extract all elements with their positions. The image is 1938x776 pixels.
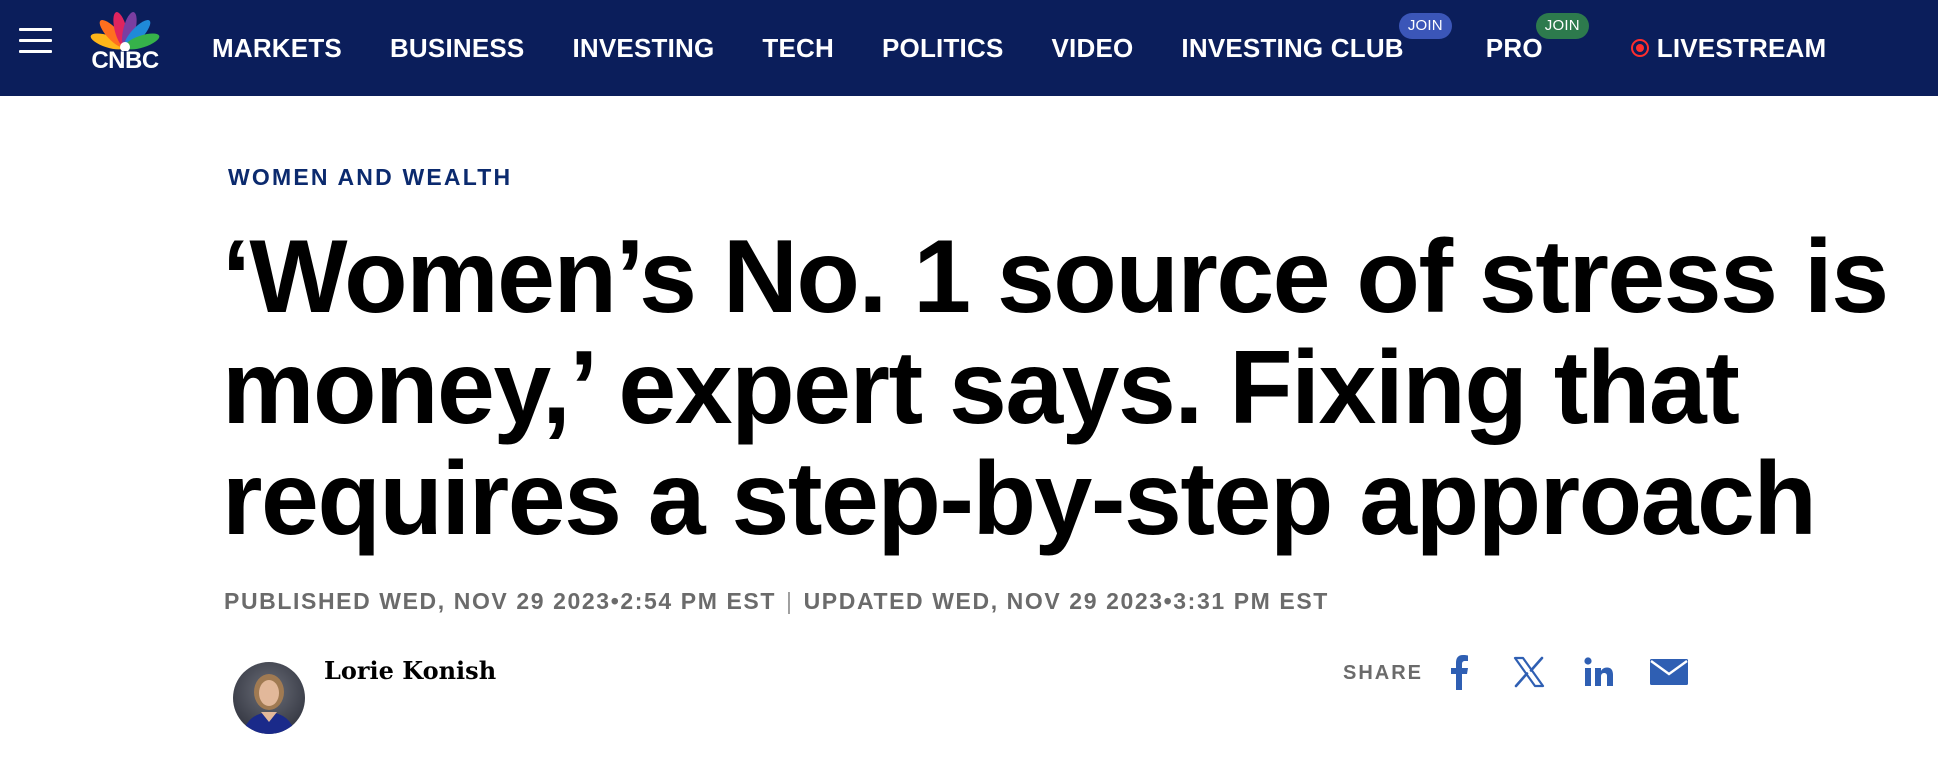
article-section-kicker[interactable]: WOMEN AND WEALTH (228, 164, 512, 191)
nav-livestream[interactable]: LIVESTREAM (1630, 32, 1827, 64)
author-avatar[interactable] (233, 662, 305, 734)
email-icon[interactable] (1648, 652, 1690, 692)
live-record-dot-icon (1630, 38, 1649, 57)
nav-politics[interactable]: POLITICS (882, 33, 1004, 64)
nav-pro-label: PRO (1485, 32, 1543, 63)
published-timestamp: PUBLISHED WED, NOV 29 2023•2:54 PM EST (224, 588, 776, 614)
x-twitter-icon[interactable] (1511, 652, 1547, 692)
facebook-icon[interactable] (1447, 652, 1471, 692)
email-glyph (1650, 659, 1688, 685)
cnbc-logo[interactable]: CNBC (84, 7, 166, 75)
nav-investing-club[interactable]: INVESTING CLUB JOIN (1181, 12, 1452, 64)
join-club-badge[interactable]: JOIN (1398, 12, 1452, 39)
updated-timestamp: UPDATED WED, NOV 29 2023•3:31 PM EST (803, 588, 1329, 614)
nav-video[interactable]: VIDEO (1052, 33, 1134, 64)
nav-livestream-label: LIVESTREAM (1656, 32, 1827, 63)
share-label: SHARE (1343, 662, 1424, 684)
facebook-glyph (1451, 655, 1468, 690)
nav-investing[interactable]: INVESTING (572, 33, 714, 64)
peacock-icon (90, 12, 160, 52)
cnbc-wordmark: CNBC (91, 47, 159, 74)
top-navigation-bar: CNBC MARKETS BUSINESS INVESTING TECH POL… (0, 0, 1938, 96)
article-headline: ‘Women’s No. 1 source of stress is money… (222, 219, 1889, 557)
article-dateline: PUBLISHED WED, NOV 29 2023•2:54 PM EST | U… (224, 588, 1329, 615)
hamburger-menu-icon[interactable] (19, 26, 53, 56)
primary-nav: MARKETS BUSINESS INVESTING TECH POLITICS… (212, 0, 1874, 96)
nav-investing-club-label: INVESTING CLUB (1181, 32, 1404, 63)
dateline-separator: | (786, 588, 794, 614)
nav-tech[interactable]: TECH (762, 33, 834, 64)
x-glyph (1513, 656, 1545, 688)
nav-markets[interactable]: MARKETS (212, 33, 342, 64)
nav-pro[interactable]: PRO JOIN (1485, 12, 1589, 64)
author-photo-icon (243, 674, 295, 734)
linkedin-glyph (1584, 657, 1613, 686)
linkedin-icon[interactable] (1582, 652, 1616, 692)
nav-business[interactable]: BUSINESS (390, 33, 525, 64)
author-name-link[interactable]: Lorie Konish (324, 656, 496, 685)
join-pro-badge[interactable]: JOIN (1535, 12, 1589, 39)
